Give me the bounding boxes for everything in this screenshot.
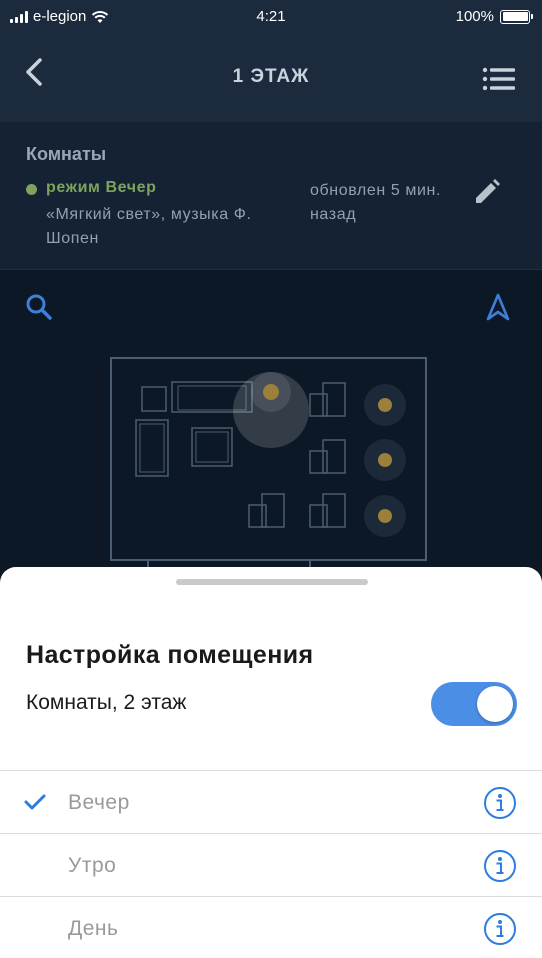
floor-plan-map[interactable] (0, 270, 542, 570)
updated-time: обновлен 5 мин. назад (310, 182, 442, 223)
toggle-label: Комнаты, 2 этаж (26, 691, 187, 714)
battery-percent: 100% (455, 8, 494, 25)
pencil-icon[interactable] (472, 177, 502, 207)
mode-name: режим Вечер (46, 179, 157, 196)
room-settings-sheet: Настройка помещения Комнаты, 2 этаж Вече… (0, 567, 542, 958)
info-icon[interactable] (483, 912, 517, 946)
page-title: 1 ЭТАЖ (232, 66, 310, 87)
mode-item-morning[interactable]: Утро (0, 834, 542, 897)
battery-icon (500, 9, 533, 24)
mode-list: Вечер Утро День (0, 770, 542, 958)
mode-item-evening[interactable]: Вечер (0, 771, 542, 834)
sheet-title: Настройка помещения (26, 641, 314, 669)
floor-plan (110, 357, 427, 570)
mode-status-dot (26, 184, 37, 195)
mode-item-label: Вечер (68, 791, 130, 814)
status-bar: e-legion 4:21 100% (0, 0, 542, 36)
search-icon[interactable] (24, 292, 54, 322)
checkmark-icon (24, 794, 46, 810)
rooms-card: Комнаты режим Вечер «Мягкий свет», музык… (0, 122, 542, 270)
list-menu-icon[interactable] (482, 66, 516, 92)
navigation-bar: 1 ЭТАЖ (0, 36, 542, 122)
info-icon[interactable] (483, 849, 517, 883)
rooms-title: Комнаты (26, 144, 107, 164)
navigation-arrow-icon[interactable] (484, 292, 512, 322)
sheet-grabber[interactable] (176, 579, 368, 585)
toggle-knob (477, 686, 513, 722)
info-icon[interactable] (483, 786, 517, 820)
battery-info: 100% (455, 8, 533, 25)
mode-item-label: День (68, 917, 119, 940)
mode-description: «Мягкий свет», музыка Ф. Шопен (46, 206, 252, 247)
mode-item-label: Утро (68, 854, 117, 877)
mode-item-day[interactable]: День (0, 897, 542, 958)
room-toggle[interactable] (431, 682, 517, 726)
